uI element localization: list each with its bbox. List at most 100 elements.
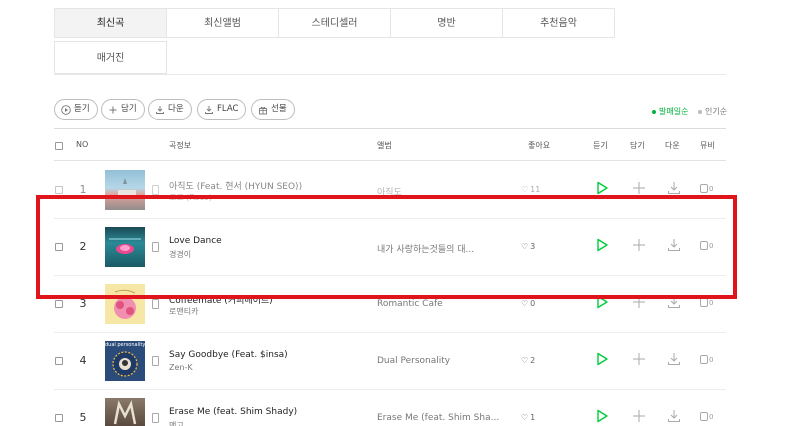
like-button[interactable]: ♡ 0 — [521, 299, 535, 308]
download-icon[interactable] — [667, 181, 681, 195]
download-button-label: 다운 — [168, 104, 184, 114]
row-checkbox[interactable] — [55, 300, 63, 308]
row-checkbox[interactable] — [55, 414, 63, 422]
download-button[interactable]: 다운 — [148, 99, 192, 120]
like-count: 1 — [530, 413, 536, 422]
add-icon[interactable] — [632, 181, 646, 195]
mv-button[interactable]: 0 — [700, 298, 713, 307]
artist-name[interactable]: 경경이 — [169, 249, 191, 260]
download-icon[interactable] — [667, 295, 681, 309]
mv-icon — [700, 241, 708, 250]
sort-by-popularity[interactable]: 인기순 — [698, 106, 727, 117]
like-button[interactable]: ♡ 2 — [521, 356, 535, 365]
row-number: 3 — [79, 297, 87, 310]
heart-icon: ♡ — [521, 185, 529, 194]
song-title[interactable]: 아직도 (Feat. 현서 (HYUN SEO)) — [169, 179, 302, 192]
row-checkbox[interactable] — [55, 186, 63, 194]
song-title[interactable]: Coffeemate (커피메이트) — [169, 293, 273, 306]
like-count: 0 — [530, 299, 536, 308]
lyrics-icon[interactable] — [152, 299, 159, 309]
like-button[interactable]: ♡ 11 — [521, 185, 540, 194]
add-button-label: 담기 — [121, 104, 137, 114]
lyrics-icon[interactable] — [152, 413, 159, 423]
mv-count: 0 — [709, 355, 714, 364]
album-art-caption: dual personality — [105, 342, 145, 348]
like-button[interactable]: ♡ 3 — [521, 242, 535, 251]
download-icon[interactable] — [667, 352, 681, 366]
gift-button-label: 선물 — [271, 104, 287, 114]
mv-button[interactable]: 0 — [700, 241, 713, 250]
add-button[interactable]: 담기 — [101, 99, 145, 120]
inactive-dot-icon — [698, 109, 702, 114]
album-name[interactable]: Dual Personality — [377, 356, 450, 366]
sort-popular-label: 인기순 — [705, 107, 728, 116]
album-name[interactable]: 아직도 — [377, 185, 402, 198]
mv-count: 0 — [709, 298, 714, 307]
row-number: 2 — [79, 240, 87, 253]
play-icon[interactable] — [595, 181, 609, 195]
add-icon[interactable] — [632, 238, 646, 252]
row-divider — [54, 389, 726, 390]
artist-name[interactable]: 맨고 — [169, 420, 184, 426]
lyrics-icon[interactable] — [152, 242, 159, 252]
select-all-checkbox[interactable] — [55, 142, 63, 150]
flac-button[interactable]: FLAC — [197, 99, 247, 120]
download-icon — [205, 105, 213, 114]
play-icon[interactable] — [595, 295, 609, 309]
play-icon[interactable] — [595, 238, 609, 252]
song-title[interactable]: Erase Me (feat. Shim Shady) — [169, 407, 297, 417]
header-no: NO — [76, 140, 89, 149]
tab-steady-seller[interactable]: 스테디셀러 — [278, 8, 391, 38]
mv-count: 0 — [709, 184, 714, 193]
sort-by-release-date[interactable]: 발매일순 — [652, 106, 688, 117]
play-icon[interactable] — [595, 409, 609, 423]
add-icon[interactable] — [632, 352, 646, 366]
play-icon[interactable] — [595, 352, 609, 366]
like-count: 11 — [530, 185, 541, 194]
lyrics-icon[interactable] — [152, 185, 159, 195]
mv-icon — [700, 298, 708, 307]
album-art[interactable] — [105, 227, 145, 267]
album-name[interactable]: Romantic Cafe — [377, 299, 443, 309]
add-icon[interactable] — [632, 295, 646, 309]
listen-button-label: 듣기 — [74, 104, 90, 114]
mv-button[interactable]: 0 — [700, 412, 713, 421]
like-count: 3 — [530, 242, 536, 251]
tab-magazine[interactable]: 매거진 — [54, 41, 167, 74]
artist-name[interactable]: 로맨티카 — [169, 306, 198, 317]
tab-latest-albums[interactable]: 최신앨범 — [166, 8, 279, 38]
add-icon[interactable] — [632, 409, 646, 423]
row-divider — [54, 332, 726, 333]
artist-name[interactable]: 로코 (Roco) — [169, 192, 212, 203]
listen-button[interactable]: 듣기 — [54, 99, 98, 120]
song-title[interactable]: Say Goodbye (Feat. $insa) — [169, 350, 288, 360]
play-icon — [61, 104, 71, 115]
mv-button[interactable]: 0 — [700, 355, 713, 364]
row-checkbox[interactable] — [55, 357, 63, 365]
album-art[interactable] — [105, 284, 145, 324]
tab-classic-albums[interactable]: 명반 — [390, 8, 503, 38]
artist-name[interactable]: Zen-K — [169, 363, 193, 372]
album-art[interactable]: dual personality — [105, 341, 145, 381]
download-icon[interactable] — [667, 409, 681, 423]
album-art[interactable] — [105, 398, 145, 426]
row-divider — [54, 275, 726, 276]
mv-count: 0 — [709, 241, 714, 250]
tab-recommended[interactable]: 추천음악 — [502, 8, 615, 38]
list-top-divider — [54, 128, 726, 129]
album-art[interactable] — [105, 170, 145, 210]
like-button[interactable]: ♡ 1 — [521, 413, 535, 422]
album-art-image — [114, 289, 136, 319]
gift-button[interactable]: 선물 — [251, 99, 295, 120]
tabs-bottom-divider — [54, 74, 726, 75]
lyrics-icon[interactable] — [152, 356, 159, 366]
tab-latest-songs[interactable]: 최신곡 — [54, 8, 167, 38]
download-icon — [156, 105, 164, 114]
album-name[interactable]: 내가 사랑하는것들의 대... — [377, 242, 474, 255]
mv-icon — [700, 184, 708, 193]
song-title[interactable]: Love Dance — [169, 236, 222, 246]
album-name[interactable]: Erase Me (feat. Shim Sha... — [377, 413, 499, 423]
mv-button[interactable]: 0 — [700, 184, 713, 193]
download-icon[interactable] — [667, 238, 681, 252]
row-checkbox[interactable] — [55, 243, 63, 251]
